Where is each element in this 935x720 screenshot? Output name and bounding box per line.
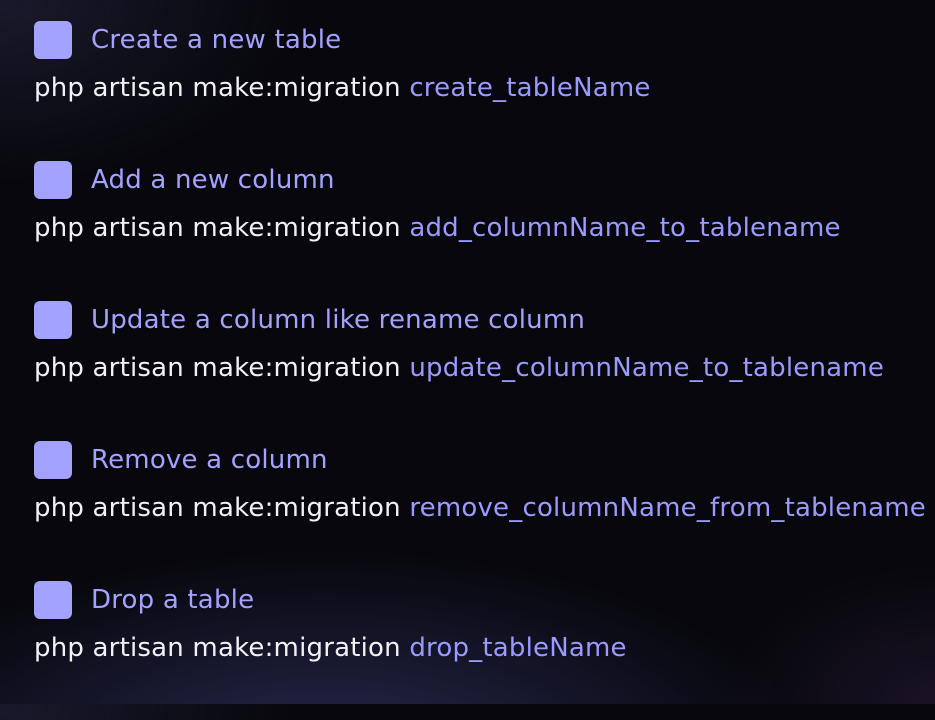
item-heading: Create a new table: [34, 20, 929, 60]
checkbox[interactable]: [34, 161, 72, 199]
command-prefix: php artisan make:migration: [34, 353, 410, 383]
command-line: php artisan make:migration update_column…: [34, 353, 929, 383]
command-prefix: php artisan make:migration: [34, 213, 410, 243]
command-prefix: php artisan make:migration: [34, 493, 410, 523]
item-heading: Update a column like rename column: [34, 300, 929, 340]
command-line: php artisan make:migration drop_tableNam…: [34, 633, 929, 663]
checkbox[interactable]: [34, 301, 72, 339]
migration-command-list: Create a new table php artisan make:migr…: [34, 20, 929, 720]
checkbox[interactable]: [34, 581, 72, 619]
checkbox[interactable]: [34, 441, 72, 479]
list-item: Remove a column php artisan make:migrati…: [34, 440, 929, 580]
command-prefix: php artisan make:migration: [34, 73, 410, 103]
item-title: Update a column like rename column: [91, 305, 586, 335]
checkbox[interactable]: [34, 21, 72, 59]
command-argument: remove_columnName_from_tablename: [409, 493, 926, 523]
item-title: Drop a table: [91, 585, 255, 615]
command-argument: add_columnName_to_tablename: [409, 213, 841, 243]
list-item: Update a column like rename column php a…: [34, 300, 929, 440]
item-heading: Remove a column: [34, 440, 929, 480]
list-item: Add a new column php artisan make:migrat…: [34, 160, 929, 300]
item-title: Create a new table: [91, 25, 342, 55]
item-heading: Add a new column: [34, 160, 929, 200]
list-item: Create a new table php artisan make:migr…: [34, 20, 929, 160]
item-title: Add a new column: [91, 165, 335, 195]
command-line: php artisan make:migration create_tableN…: [34, 73, 929, 103]
command-argument: create_tableName: [409, 73, 651, 103]
command-line: php artisan make:migration remove_column…: [34, 493, 929, 523]
list-item: Drop a table php artisan make:migration …: [34, 580, 929, 720]
command-argument: drop_tableName: [409, 633, 627, 663]
command-line: php artisan make:migration add_columnNam…: [34, 213, 929, 243]
command-argument: update_columnName_to_tablename: [409, 353, 885, 383]
item-heading: Drop a table: [34, 580, 929, 620]
item-title: Remove a column: [91, 445, 328, 475]
command-prefix: php artisan make:migration: [34, 633, 410, 663]
